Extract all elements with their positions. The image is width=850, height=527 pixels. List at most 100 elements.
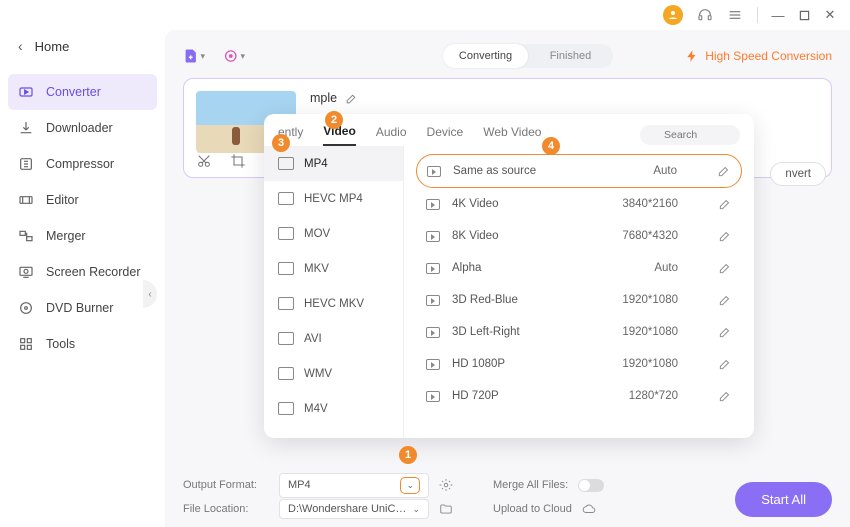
preset-icon bbox=[426, 359, 440, 370]
home-label: Home bbox=[35, 39, 70, 54]
format-wmv[interactable]: WMV bbox=[264, 356, 403, 391]
format-hevc-mkv[interactable]: HEVC MKV bbox=[264, 286, 403, 321]
format-popover: ently Video Audio Device Web Video MP4 H… bbox=[264, 114, 754, 438]
output-format-chevron-icon[interactable]: ⌄ bbox=[400, 477, 420, 494]
start-all-button[interactable]: Start All bbox=[735, 482, 832, 517]
back-icon: ‹ bbox=[18, 38, 23, 54]
nav-label: Compressor bbox=[46, 157, 114, 171]
merge-label: Merge All Files: bbox=[493, 479, 568, 491]
output-format-label: Output Format: bbox=[183, 479, 269, 491]
headset-icon[interactable] bbox=[697, 7, 713, 23]
downloader-icon bbox=[18, 120, 34, 136]
add-dvd-button[interactable]: ▾ bbox=[223, 45, 245, 67]
sidebar-item-downloader[interactable]: Downloader bbox=[0, 110, 165, 146]
tab-device[interactable]: Device bbox=[427, 125, 464, 145]
status-segmented: Converting Finished bbox=[443, 44, 613, 68]
settings-icon[interactable] bbox=[439, 478, 453, 492]
dvd-burner-icon bbox=[18, 300, 34, 316]
tab-audio[interactable]: Audio bbox=[376, 125, 407, 145]
nav-label: Downloader bbox=[46, 121, 113, 135]
file-location-label: File Location: bbox=[183, 503, 269, 515]
output-format-select[interactable]: MP4 ⌄ bbox=[279, 473, 429, 498]
step-badge-2: 2 bbox=[325, 111, 343, 129]
avatar-icon[interactable] bbox=[663, 5, 683, 25]
tools-icon bbox=[18, 336, 34, 352]
format-hevc-mp4[interactable]: HEVC MP4 bbox=[264, 181, 403, 216]
edit-preset-icon[interactable] bbox=[718, 357, 732, 371]
preset-icon bbox=[426, 199, 440, 210]
preset-alpha[interactable]: AlphaAuto bbox=[416, 252, 742, 284]
preset-hd-1080p[interactable]: HD 1080P1920*1080 bbox=[416, 348, 742, 380]
preset-8k[interactable]: 8K Video7680*4320 bbox=[416, 220, 742, 252]
sidebar-item-tools[interactable]: Tools bbox=[0, 326, 165, 362]
sidebar-item-compressor[interactable]: Compressor bbox=[0, 146, 165, 182]
preset-icon bbox=[426, 391, 440, 402]
sidebar-item-converter[interactable]: Converter bbox=[8, 74, 157, 110]
titlebar: — ✕ bbox=[663, 0, 850, 30]
editor-icon bbox=[18, 192, 34, 208]
edit-preset-icon[interactable] bbox=[718, 325, 732, 339]
bolt-icon bbox=[685, 49, 699, 63]
nav-label: Editor bbox=[46, 193, 79, 207]
sidebar-item-merger[interactable]: Merger bbox=[0, 218, 165, 254]
preset-4k[interactable]: 4K Video3840*2160 bbox=[416, 188, 742, 220]
maximize-button[interactable] bbox=[798, 9, 810, 21]
high-speed-link[interactable]: High Speed Conversion bbox=[685, 49, 832, 63]
menu-icon[interactable] bbox=[727, 7, 743, 23]
sidebar-item-dvd-burner[interactable]: DVD Burner bbox=[0, 290, 165, 326]
edit-preset-icon[interactable] bbox=[718, 389, 732, 403]
sidebar: ‹ Home Converter Downloader Compressor E… bbox=[0, 0, 165, 527]
add-file-button[interactable]: ▾ bbox=[183, 45, 205, 67]
nav-label: DVD Burner bbox=[46, 301, 113, 315]
nav-label: Tools bbox=[46, 337, 75, 351]
edit-preset-icon[interactable] bbox=[718, 261, 732, 275]
nav-label: Merger bbox=[46, 229, 86, 243]
tab-converting[interactable]: Converting bbox=[443, 44, 528, 68]
format-icon bbox=[278, 402, 294, 415]
edit-preset-icon[interactable] bbox=[717, 164, 731, 178]
format-list: MP4 HEVC MP4 MOV MKV HEVC MKV AVI WMV M4… bbox=[264, 146, 404, 438]
format-m4v[interactable]: M4V bbox=[264, 391, 403, 426]
preset-same-as-source[interactable]: Same as sourceAuto bbox=[416, 154, 742, 188]
cloud-icon[interactable] bbox=[582, 502, 596, 516]
format-icon bbox=[278, 157, 294, 170]
folder-icon[interactable] bbox=[439, 502, 453, 516]
step-badge-3: 3 bbox=[272, 134, 290, 152]
upload-cloud-label: Upload to Cloud bbox=[493, 503, 572, 515]
close-button[interactable]: ✕ bbox=[824, 9, 836, 21]
format-icon bbox=[278, 262, 294, 275]
crop-icon[interactable] bbox=[230, 153, 246, 169]
home-nav[interactable]: ‹ Home bbox=[0, 30, 165, 62]
format-mov[interactable]: MOV bbox=[264, 216, 403, 251]
file-location-select[interactable]: D:\Wondershare UniConverter 1 ⌄ bbox=[279, 499, 429, 519]
step-badge-1: 1 bbox=[399, 446, 417, 464]
screen-recorder-icon bbox=[18, 264, 34, 280]
format-mp4[interactable]: MP4 bbox=[264, 146, 403, 181]
sidebar-item-screen-recorder[interactable]: Screen Recorder bbox=[0, 254, 165, 290]
edit-preset-icon[interactable] bbox=[718, 229, 732, 243]
compressor-icon bbox=[18, 156, 34, 172]
nav-label: Screen Recorder bbox=[46, 265, 141, 279]
merge-toggle[interactable] bbox=[578, 479, 604, 492]
format-avi[interactable]: AVI bbox=[264, 321, 403, 356]
tab-web-video[interactable]: Web Video bbox=[483, 125, 541, 145]
footer: Output Format: MP4 ⌄ Merge All Files: Fi… bbox=[183, 473, 832, 521]
preset-hd-720p[interactable]: HD 720P1280*720 bbox=[416, 380, 742, 412]
trim-icon[interactable] bbox=[196, 153, 212, 169]
high-speed-label: High Speed Conversion bbox=[705, 49, 832, 63]
minimize-button[interactable]: — bbox=[772, 9, 784, 21]
converter-icon bbox=[18, 84, 34, 100]
convert-button[interactable]: nvert bbox=[770, 162, 826, 186]
sidebar-item-editor[interactable]: Editor bbox=[0, 182, 165, 218]
edit-preset-icon[interactable] bbox=[718, 293, 732, 307]
tab-finished[interactable]: Finished bbox=[528, 50, 613, 62]
edit-name-icon[interactable] bbox=[345, 92, 358, 105]
preset-3d-left-right[interactable]: 3D Left-Right1920*1080 bbox=[416, 316, 742, 348]
format-search-input[interactable] bbox=[640, 125, 740, 145]
format-icon bbox=[278, 332, 294, 345]
format-icon bbox=[278, 297, 294, 310]
format-mkv[interactable]: MKV bbox=[264, 251, 403, 286]
file-name: mple bbox=[310, 91, 358, 105]
preset-3d-red-blue[interactable]: 3D Red-Blue1920*1080 bbox=[416, 284, 742, 316]
edit-preset-icon[interactable] bbox=[718, 197, 732, 211]
